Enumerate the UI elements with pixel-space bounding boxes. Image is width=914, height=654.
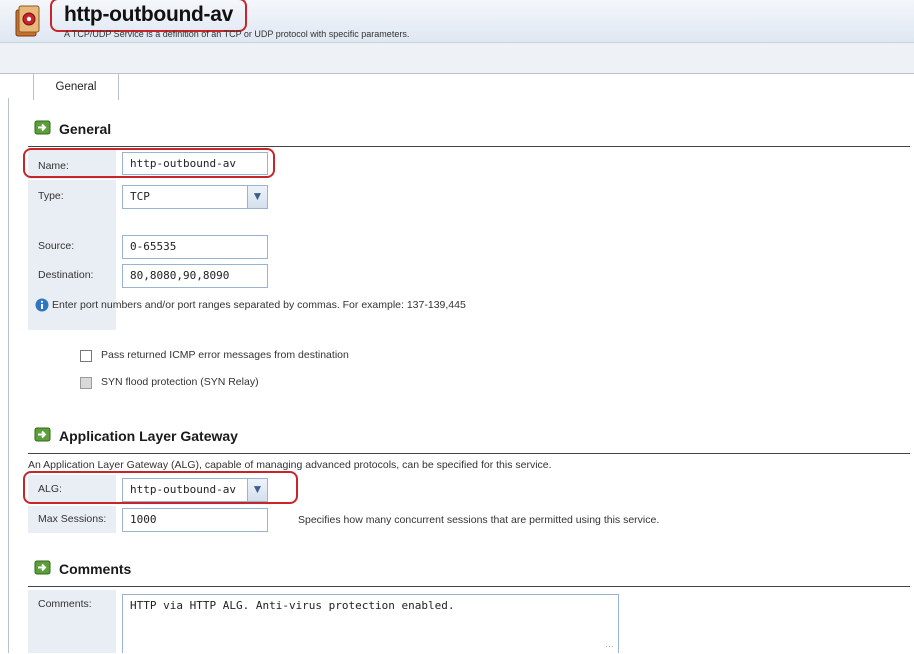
general-section-title: General — [59, 121, 112, 137]
info-icon — [35, 298, 49, 312]
alg-section-title: Application Layer Gateway — [59, 428, 238, 444]
port-info-text: Enter port numbers and/or port ranges se… — [52, 299, 466, 311]
name-highlight — [23, 148, 275, 178]
content-frame-border — [8, 98, 9, 653]
max-sessions-label: Max Sessions: — [38, 513, 107, 525]
source-field[interactable]: 0-65535 — [122, 235, 268, 259]
type-select-value: TCP — [130, 190, 150, 203]
source-label: Source: — [38, 240, 75, 252]
section-divider — [28, 586, 910, 587]
comments-section-title: Comments — [59, 561, 132, 577]
resize-grip-icon[interactable]: ⋯ — [605, 641, 615, 651]
syn-flood-checkbox[interactable] — [80, 377, 92, 389]
max-sessions-field[interactable]: 1000 — [122, 508, 268, 532]
section-arrow-icon — [34, 120, 51, 135]
page-title: http-outbound-av — [64, 3, 233, 26]
max-sessions-hint: Specifies how many concurrent sessions t… — [298, 514, 660, 526]
service-object-icon — [14, 4, 40, 38]
syn-flood-checkbox-label: SYN flood protection (SYN Relay) — [101, 376, 259, 388]
section-divider — [28, 453, 910, 454]
section-divider — [28, 146, 910, 147]
destination-label: Destination: — [38, 269, 94, 281]
alg-highlight — [23, 471, 298, 504]
tab-bar — [0, 43, 914, 74]
tab-general[interactable]: General — [33, 73, 119, 100]
alg-description: An Application Layer Gateway (ALG), capa… — [28, 459, 552, 471]
comments-label: Comments: — [38, 598, 92, 610]
section-arrow-icon — [34, 427, 51, 442]
destination-field[interactable]: 80,8080,90,8090 — [122, 264, 268, 288]
page-subtitle: A TCP/UDP Service is a definition of an … — [64, 29, 410, 39]
comments-textarea[interactable]: HTTP via HTTP ALG. Anti-virus protection… — [122, 594, 619, 653]
type-label: Type: — [38, 190, 64, 202]
section-arrow-icon — [34, 560, 51, 575]
icmp-checkbox[interactable] — [80, 350, 92, 362]
chevron-down-icon[interactable]: ▼ — [247, 186, 267, 208]
icmp-checkbox-label: Pass returned ICMP error messages from d… — [101, 349, 349, 361]
